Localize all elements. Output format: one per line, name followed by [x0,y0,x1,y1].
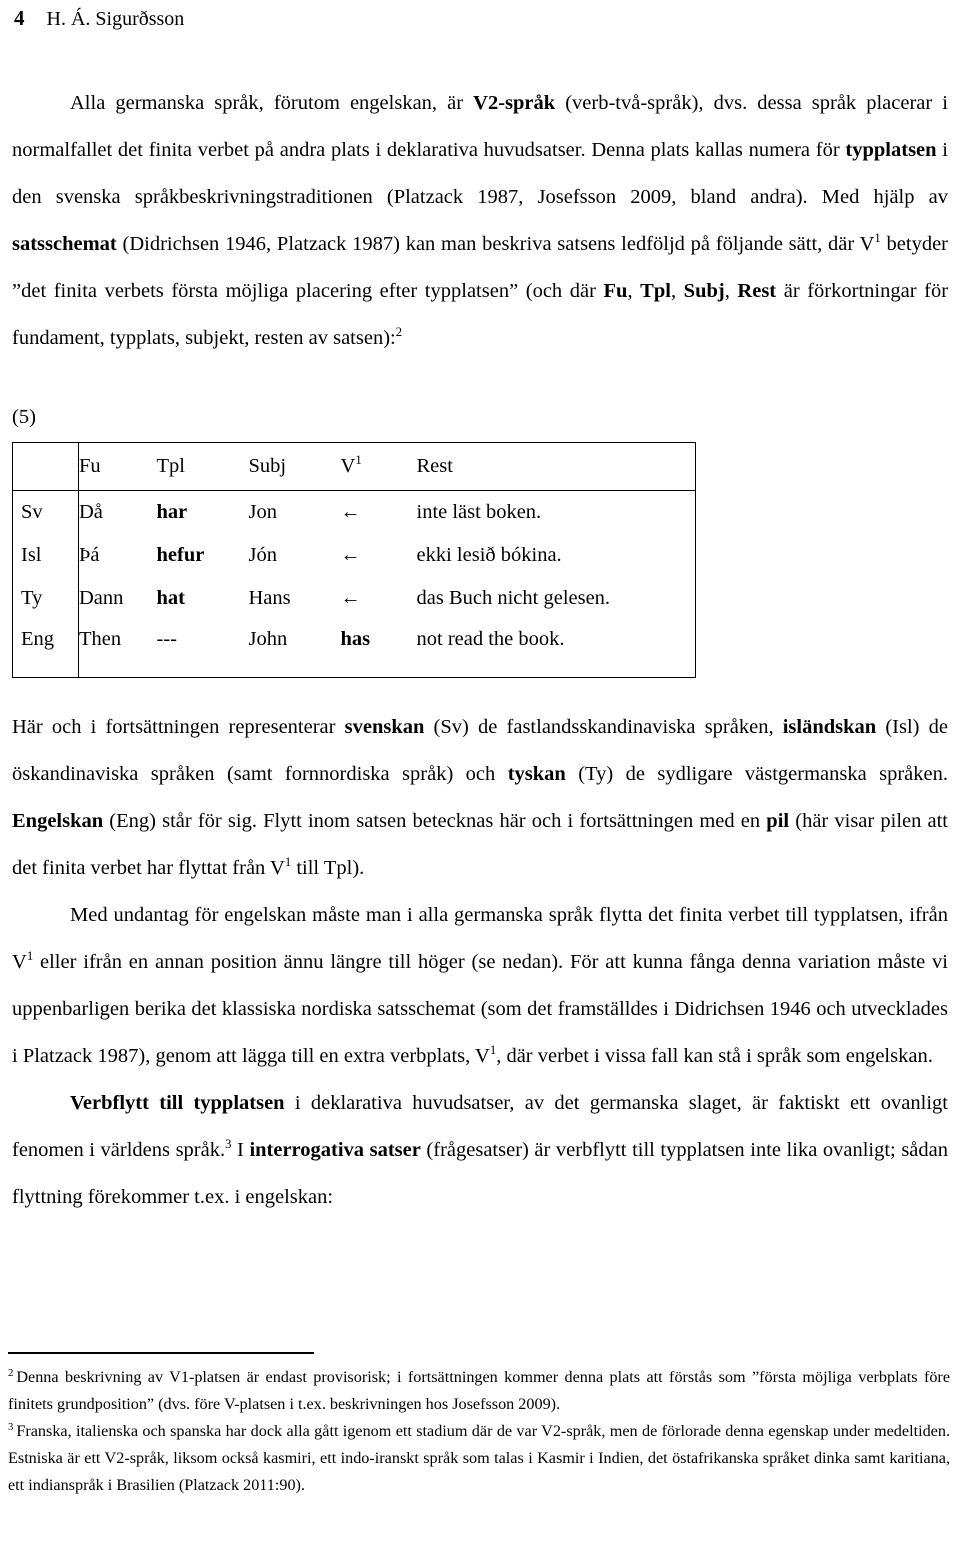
p2-seg-4: (Ty) de sydligare västgermanska språken. [565,762,948,785]
table-row: Eng Then --- John has not read the book. [12,619,696,663]
header-cell-v1: V1 [340,442,417,491]
cell-rest-sv: inte läst boken. [416,500,542,523]
cell-fu-ty: Dann [79,586,124,609]
paragraph-2: Här och i fortsättningen representerar s… [12,704,948,892]
footnote-separator-rule [8,1352,314,1354]
table-header-row: Fu Tpl Subj V1 Rest [12,442,696,491]
spacer-after-table [6,678,954,704]
p1-seg-8: , [724,280,738,302]
cell-subj-sv: Jon [248,500,277,523]
p4-bold-verbflytt: Verbflytt till typplatsen [70,1091,285,1114]
page-number: 4 [14,6,25,30]
header-cell-subj: Subj [248,442,341,491]
body-text-block-2: Här och i fortsättningen representerar s… [6,704,954,1221]
bottom-pad-rest [79,663,696,678]
left-arrow-icon-ty: ← [340,586,361,609]
p2-seg-7: till Tpl). [291,856,365,879]
body-text-block: Alla germanska språk, förutom engelskan,… [6,80,954,362]
p1-bold-satsschemat: satsschemat [12,233,117,255]
header-cell-lang [12,442,79,491]
bottom-pad-lang [12,662,79,677]
row-lang-ty: Ty [12,576,79,620]
p2-bold-tyskan: tyskan [507,762,566,785]
paragraph-3: Med undantag för engelskan måste man i a… [12,892,948,1080]
cell-fu-isl: Þá [79,543,100,566]
table-row: Ty Dann hat Hans ← das Buch nicht gelese… [12,576,696,620]
cell-v1-eng: has [340,627,371,650]
p1-footnote-ref-2: 2 [395,325,403,340]
p1-seg-6: , [627,280,641,302]
footnotes-section: 2 Denna beskrivning av V1-platsen är enda… [6,1352,954,1499]
p4-bold-interrogativa: interrogativa satser [249,1138,421,1161]
footnote-2: 2 Denna beskrivning av V1-platsen är enda… [6,1364,954,1418]
document-page: 4 H. Á. Sigurðsson Alla germanska språk,… [0,0,960,1549]
header-cell-fu: Fu [78,442,157,491]
p1-bold-typplatsen: typplatsen [845,139,937,161]
cell-tpl-eng: --- [156,627,177,650]
footnote-2-marker: 2 [8,1366,14,1379]
spacer-before-example [6,362,954,402]
row-lang-isl: Isl [12,533,79,577]
cell-subj-isl: Jón [248,543,277,566]
p1-seg-1: Alla germanska språk, förutom engelskan,… [70,92,474,114]
footnote-3-marker: 3 [8,1420,14,1433]
footnote-3-text: Franska, italienska och spanska har dock… [8,1422,950,1494]
cell-fu-eng: Then [79,627,122,650]
p3-seg-3: , där verbet i vissa fall kan stå i språ… [496,1044,933,1067]
p1-bold-tpl: Tpl [640,280,671,302]
cell-rest-ty: das Buch nicht gelesen. [416,586,611,609]
table-row: Sv Då har Jon ← inte läst boken. [12,490,696,534]
p2-seg-2: (Sv) de fastlandsskandinaviska språken, [424,715,783,738]
left-arrow-icon-isl: ← [340,543,361,566]
p2-bold-islandskan: isländskan [782,715,877,738]
p1-seg-4: (Didrichsen 1946, Platzack 1987) kan man… [116,233,875,255]
row-lang-eng: Eng [12,619,79,663]
paragraph-1: Alla germanska språk, förutom engelskan,… [12,80,948,362]
paragraph-4: Verbflytt till typplatsen i deklarativa … [12,1080,948,1221]
cell-fu-sv: Då [79,500,103,523]
cell-subj-eng: John [248,627,288,650]
p1-bold-v2sprak: V2-språk [473,92,556,114]
header-cell-rest: Rest [416,442,696,491]
p2-seg-5: (Eng) står för sig. Flytt inom satsen be… [103,809,767,832]
header-spacer [6,38,954,80]
running-head-author: H. Á. Sigurðsson [46,8,185,30]
p2-seg-1: Här och i fortsättningen representerar [12,715,345,738]
cell-rest-eng: not read the book. [416,627,565,650]
cell-rest-isl: ekki lesið bókina. [416,543,562,566]
row-lang-sv: Sv [12,490,79,534]
p2-bold-engelskan: Engelskan [12,809,104,832]
example-number: (5) [12,406,36,428]
sentence-schema-table: Fu Tpl Subj V1 Rest Sv Då har Jon ← inte… [12,442,696,678]
cell-subj-ty: Hans [248,586,291,609]
table-bottom-padding-row [12,662,696,678]
p4-seg-2: I [231,1138,250,1161]
p1-seg-7: , [670,280,684,302]
header-cell-tpl: Tpl [156,442,249,491]
header-v1-base: V [340,455,356,477]
cell-tpl-isl: hefur [156,543,205,566]
cell-tpl-sv: har [156,500,188,523]
example-block: (5) Fu Tpl Subj V1 Rest Sv Då har Jon ← [6,402,954,678]
p1-bold-fu: Fu [603,280,628,302]
p2-bold-svenskan: svenskan [344,715,425,738]
p1-bold-subj: Subj [683,280,725,302]
cell-tpl-ty: hat [156,586,185,609]
footnote-2-text: Denna beskrivning av V1-platsen är endas… [8,1368,950,1413]
p1-bold-rest: Rest [737,280,777,302]
table-row: Isl Þá hefur Jón ← ekki lesið bókina. [12,533,696,577]
p2-bold-pil: pil [766,809,790,832]
left-arrow-icon-sv: ← [340,500,361,523]
running-head: 4 H. Á. Sigurðsson [6,0,954,38]
footnote-3: 3 Franska, italienska och spanska har doc… [6,1418,954,1499]
header-v1-superscript: 1 [355,453,362,468]
